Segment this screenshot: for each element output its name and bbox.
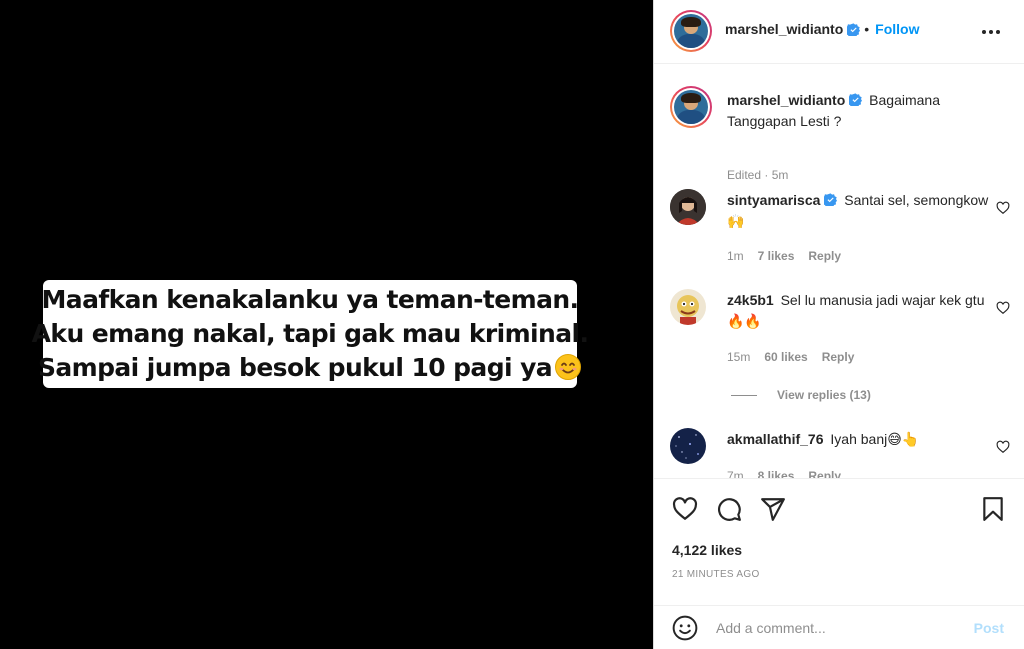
comment-username[interactable]: akmallathif_76	[727, 431, 824, 447]
verified-badge-icon	[824, 193, 838, 206]
post-media[interactable]: Maafkan kenakalanku ya teman-teman. Aku …	[0, 0, 653, 649]
comment-text: Sel lu manusia jadi wajar kek gtu	[780, 292, 985, 308]
reply-button[interactable]: Reply	[822, 350, 855, 364]
comment-meta: 7m 8 likes Reply	[727, 469, 841, 478]
view-replies-label: View replies (13)	[777, 388, 871, 402]
heart-icon[interactable]	[996, 201, 1010, 215]
comment-time: 1m	[727, 249, 744, 263]
more-options-icon[interactable]	[982, 24, 1002, 40]
heart-icon[interactable]	[996, 301, 1010, 315]
media-text-line-3: Sampai jumpa besok pukul 10 pagi ya	[38, 351, 582, 385]
comment-likes[interactable]: 7 likes	[758, 249, 795, 263]
comment-body: z4k5b1 Sel lu manusia jadi wajar kek gtu…	[727, 290, 989, 333]
view-replies-button[interactable]: View replies (13)	[731, 388, 871, 402]
caption-body: marshel_widianto Bagaimana Tanggapan Les…	[727, 90, 989, 132]
heart-icon[interactable]	[996, 440, 1010, 454]
media-text-line-3-text: Sampai jumpa besok pukul 10 pagi ya	[37, 353, 553, 382]
comment-input[interactable]: Add a comment...	[716, 620, 826, 636]
raising-hands-emoji: 🙌	[727, 214, 745, 230]
comment-item: akmallathif_76 Iyah banj😅👆 7m 8 likes Re…	[670, 428, 1010, 478]
reply-button[interactable]: Reply	[808, 249, 841, 263]
comment-text: Santai sel, semongkow	[844, 192, 989, 208]
post-comment-button[interactable]: Post	[974, 620, 1004, 636]
heart-icon[interactable]	[672, 496, 698, 522]
comment-item: sintyamarisca Santai sel, semongkow 🙌 1m …	[670, 189, 1010, 269]
post-actions: 4,122 likes 21 MINUTES AGO	[654, 478, 1024, 592]
post-side-panel: marshel_widianto • Follow marshel_widian…	[653, 0, 1024, 649]
share-icon[interactable]	[760, 496, 786, 522]
smiley-emoji-icon	[552, 351, 582, 385]
comment-body: akmallathif_76 Iyah banj😅👆	[727, 429, 989, 451]
verified-badge-icon	[847, 22, 861, 36]
fire-emoji: 🔥🔥	[727, 314, 762, 330]
comments-list[interactable]: marshel_widianto Bagaimana Tanggapan Les…	[654, 65, 1024, 478]
likes-count[interactable]: 4,122 likes	[672, 542, 742, 558]
comment-likes[interactable]: 60 likes	[764, 350, 807, 364]
comment-username[interactable]: sintyamarisca	[727, 192, 820, 208]
grin-pointing-emoji: 😅👆	[887, 432, 920, 448]
comment-likes[interactable]: 8 likes	[758, 469, 795, 478]
comment-username[interactable]: z4k5b1	[727, 292, 774, 308]
comment-text: Iyah banj	[830, 431, 888, 447]
comment-meta: 15m 60 likes Reply	[727, 350, 854, 364]
header-separator: •	[864, 21, 870, 37]
comment-time: 7m	[727, 469, 744, 478]
header-username[interactable]: marshel_widianto	[725, 21, 843, 37]
caption-edited-time: Edited · 5m	[727, 168, 789, 182]
post-caption: marshel_widianto Bagaimana Tanggapan Les…	[670, 85, 1010, 182]
add-comment-bar: Add a comment... Post	[654, 605, 1024, 649]
caption-avatar[interactable]	[670, 86, 712, 128]
bookmark-icon[interactable]	[980, 496, 1006, 522]
comment-time: 15m	[727, 350, 751, 364]
comment-item: z4k5b1 Sel lu manusia jadi wajar kek gtu…	[670, 289, 1010, 369]
caption-meta: Edited · 5m	[727, 168, 788, 182]
media-text-line-2: Aku emang nakal, tapi gak mau kriminal.	[31, 319, 589, 348]
commenter-avatar[interactable]	[670, 289, 706, 325]
commenter-avatar[interactable]	[670, 189, 706, 225]
reply-button[interactable]: Reply	[808, 469, 841, 478]
emoji-icon[interactable]	[672, 615, 698, 641]
media-text-card: Maafkan kenakalanku ya teman-teman. Aku …	[32, 280, 589, 388]
post-header: marshel_widianto • Follow	[654, 0, 1024, 64]
media-text-line-1: Maafkan kenakalanku ya teman-teman.	[41, 285, 580, 314]
verified-badge-icon	[849, 93, 863, 106]
header-avatar[interactable]	[670, 10, 712, 52]
header-user-row: marshel_widianto • Follow	[725, 21, 920, 37]
comment-body: sintyamarisca Santai sel, semongkow 🙌	[727, 190, 989, 233]
caption-username[interactable]: marshel_widianto	[727, 92, 845, 108]
comment-meta: 1m 7 likes Reply	[727, 249, 841, 263]
commenter-avatar[interactable]	[670, 428, 706, 464]
comment-icon[interactable]	[716, 496, 742, 522]
follow-button[interactable]: Follow	[875, 21, 919, 37]
posted-time: 21 MINUTES AGO	[672, 569, 760, 580]
